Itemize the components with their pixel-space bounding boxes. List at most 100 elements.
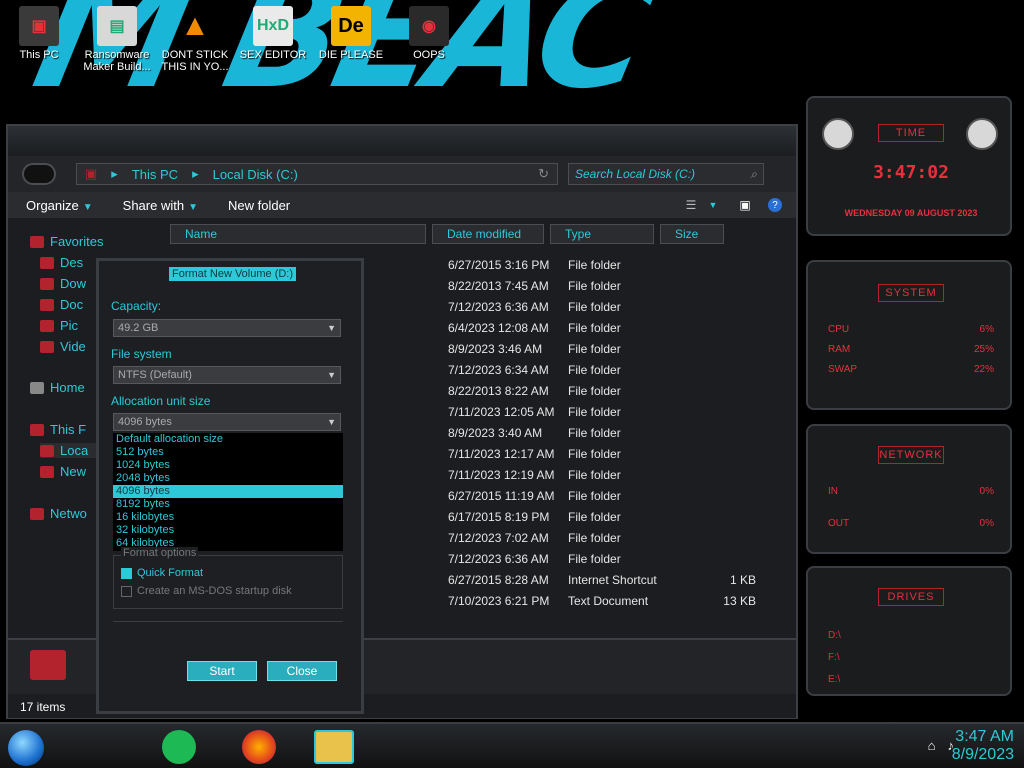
search-input[interactable]: Search Local Disk (C:) ⌕ xyxy=(568,163,764,185)
desktop-icon-editor[interactable]: HxD SEX EDITOR xyxy=(234,6,312,76)
cell-type: File folder xyxy=(568,362,621,377)
close-button[interactable]: Close xyxy=(267,661,337,681)
allocation-option[interactable]: 4096 bytes xyxy=(113,485,343,498)
column-name[interactable]: Name xyxy=(170,224,426,244)
desktop-icon-label: DONT STICK THIS IN YO... xyxy=(161,49,229,73)
column-date-modified[interactable]: Date modified xyxy=(432,224,544,244)
capacity-label: Capacity: xyxy=(111,299,162,313)
cell-date: 6/27/2015 3:16 PM xyxy=(448,257,550,272)
capacity-select[interactable]: 49.2 GB ▼ xyxy=(113,319,341,337)
format-progress-bar xyxy=(113,621,343,635)
nav-pictures[interactable]: Pic xyxy=(40,318,78,333)
cell-date: 6/17/2015 8:19 PM xyxy=(448,509,550,524)
breadcrumb-this-pc[interactable]: This PC xyxy=(132,167,178,182)
desktop-icon-die-please[interactable]: De DIE PLEASE xyxy=(312,6,390,76)
cell-date: 7/10/2023 6:21 PM xyxy=(448,593,550,608)
gadget-date: WEDNESDAY 09 AUGUST 2023 xyxy=(844,208,978,218)
share-label: Share with xyxy=(122,197,185,213)
cpu-label: CPU xyxy=(828,324,850,335)
allocation-option[interactable]: 512 bytes xyxy=(113,446,343,459)
drives-title: DRIVES xyxy=(878,588,944,606)
allocation-option[interactable]: 1024 bytes xyxy=(113,459,343,472)
organize-button[interactable]: Organize ▼ xyxy=(26,198,93,213)
desktop-icon-oops[interactable]: ◉ OOPS xyxy=(390,6,468,76)
computer-icon xyxy=(30,423,44,436)
desktop-icon-this-pc[interactable]: ▣ This PC xyxy=(0,6,78,76)
file-explorer-icon[interactable] xyxy=(314,730,354,764)
cell-date: 7/12/2023 6:36 AM xyxy=(448,299,549,314)
swap-label: SWAP xyxy=(828,364,858,375)
taskbar-clock[interactable]: 3:47 AM 8/9/2023 xyxy=(952,728,1014,764)
time-title: TIME xyxy=(878,124,944,142)
ram-meter: RAM 25% xyxy=(828,344,994,355)
refresh-icon[interactable]: ↻ xyxy=(538,166,549,182)
nav-label: New xyxy=(60,464,87,479)
hxd-editor-icon: HxD xyxy=(253,6,293,46)
address-bar[interactable]: ▣ ▸ This PC ▸ Local Disk (C:) ↻ xyxy=(76,163,558,185)
nav-downloads[interactable]: Dow xyxy=(40,276,86,291)
nav-network[interactable]: Netwo xyxy=(30,506,87,521)
preview-pane-icon[interactable]: ▣ xyxy=(736,197,754,213)
back-forward-button[interactable] xyxy=(22,163,56,185)
drive-d-label: D:\ xyxy=(828,630,841,641)
nav-favorites[interactable]: Favorites xyxy=(30,234,103,249)
allocation-option[interactable]: 16 kilobytes xyxy=(113,511,343,524)
desktop-icons: ▣ This PC ▤ Ransomware Maker Build... ▲ … xyxy=(0,6,468,76)
search-icon[interactable]: ⌕ xyxy=(750,167,757,182)
cell-date: 6/4/2023 12:08 AM xyxy=(448,320,549,335)
breadcrumb-local-disk[interactable]: Local Disk (C:) xyxy=(213,167,298,182)
start-button[interactable] xyxy=(8,730,44,766)
new-folder-button[interactable]: New folder xyxy=(228,198,290,213)
nav-documents[interactable]: Doc xyxy=(40,297,83,312)
file-system-select[interactable]: NTFS (Default) ▼ xyxy=(113,366,341,384)
network-icon[interactable]: ⌂ xyxy=(928,738,936,753)
column-type[interactable]: Type xyxy=(550,224,654,244)
firefox-icon[interactable] xyxy=(242,730,276,764)
spotify-icon[interactable] xyxy=(162,730,196,764)
home-icon xyxy=(30,381,44,394)
network-icon xyxy=(30,507,44,520)
view-controls: ☰ ▼ ▣ ? xyxy=(668,197,782,213)
nav-videos[interactable]: Vide xyxy=(40,339,86,354)
chevron-down-icon: ▼ xyxy=(327,417,336,427)
cell-type: File folder xyxy=(568,278,621,293)
format-options-group xyxy=(113,555,343,609)
allocation-option[interactable]: 2048 bytes xyxy=(113,472,343,485)
column-size[interactable]: Size xyxy=(660,224,724,244)
cell-date: 7/12/2023 6:36 AM xyxy=(448,551,549,566)
share-with-button[interactable]: Share with ▼ xyxy=(123,198,198,213)
window-titlebar[interactable] xyxy=(8,126,796,156)
desktop-icon-ransomware[interactable]: ▤ Ransomware Maker Build... xyxy=(78,6,156,76)
allocation-select[interactable]: 4096 bytes ▼ xyxy=(113,413,341,431)
alien-icon xyxy=(822,118,854,150)
pc-icon: ▣ xyxy=(85,166,98,181)
nav-label: Netwo xyxy=(50,506,87,521)
address-row: ▣ ▸ This PC ▸ Local Disk (C:) ↻ Search L… xyxy=(8,156,796,192)
allocation-option[interactable]: 32 kilobytes xyxy=(113,524,343,537)
system-tray: ⌂ ♪ xyxy=(916,738,954,753)
documents-icon xyxy=(40,298,54,311)
nav-desktop[interactable]: Des xyxy=(40,255,83,270)
nav-this-pc[interactable]: This F xyxy=(30,422,86,437)
msdos-startup-checkbox[interactable]: Create an MS-DOS startup disk xyxy=(121,585,292,597)
nav-label: Doc xyxy=(60,297,84,312)
start-button[interactable]: Start xyxy=(187,661,257,681)
quick-format-checkbox[interactable]: Quick Format xyxy=(121,567,203,579)
taskbar: ⌂ ♪ 3:47 AM 8/9/2023 xyxy=(0,722,1024,768)
ram-label: RAM xyxy=(828,344,851,355)
nav-new-volume[interactable]: New xyxy=(40,464,86,479)
help-icon[interactable]: ? xyxy=(768,198,782,212)
checkbox-checked-icon xyxy=(121,567,132,579)
out-label: OUT xyxy=(828,518,850,529)
desktop-icon-dont-stick[interactable]: ▲ DONT STICK THIS IN YO... xyxy=(156,6,234,76)
nav-home[interactable]: Home xyxy=(30,380,85,395)
cpu-meter: CPU 6% xyxy=(828,324,994,335)
allocation-option[interactable]: 8192 bytes xyxy=(113,498,343,511)
system-gadget: SYSTEM CPU 6% RAM 25% SWAP 22% xyxy=(806,260,1012,410)
allocation-option[interactable]: Default allocation size xyxy=(113,433,343,446)
view-details-icon[interactable]: ☰ xyxy=(682,197,700,213)
network-in: IN 0% xyxy=(828,486,994,497)
gadget-clock: 3:47:02 xyxy=(873,162,949,183)
chevron-down-icon[interactable]: ▼ xyxy=(704,197,722,213)
allocation-dropdown-list: Default allocation size 512 bytes 1024 byt… xyxy=(113,433,343,551)
